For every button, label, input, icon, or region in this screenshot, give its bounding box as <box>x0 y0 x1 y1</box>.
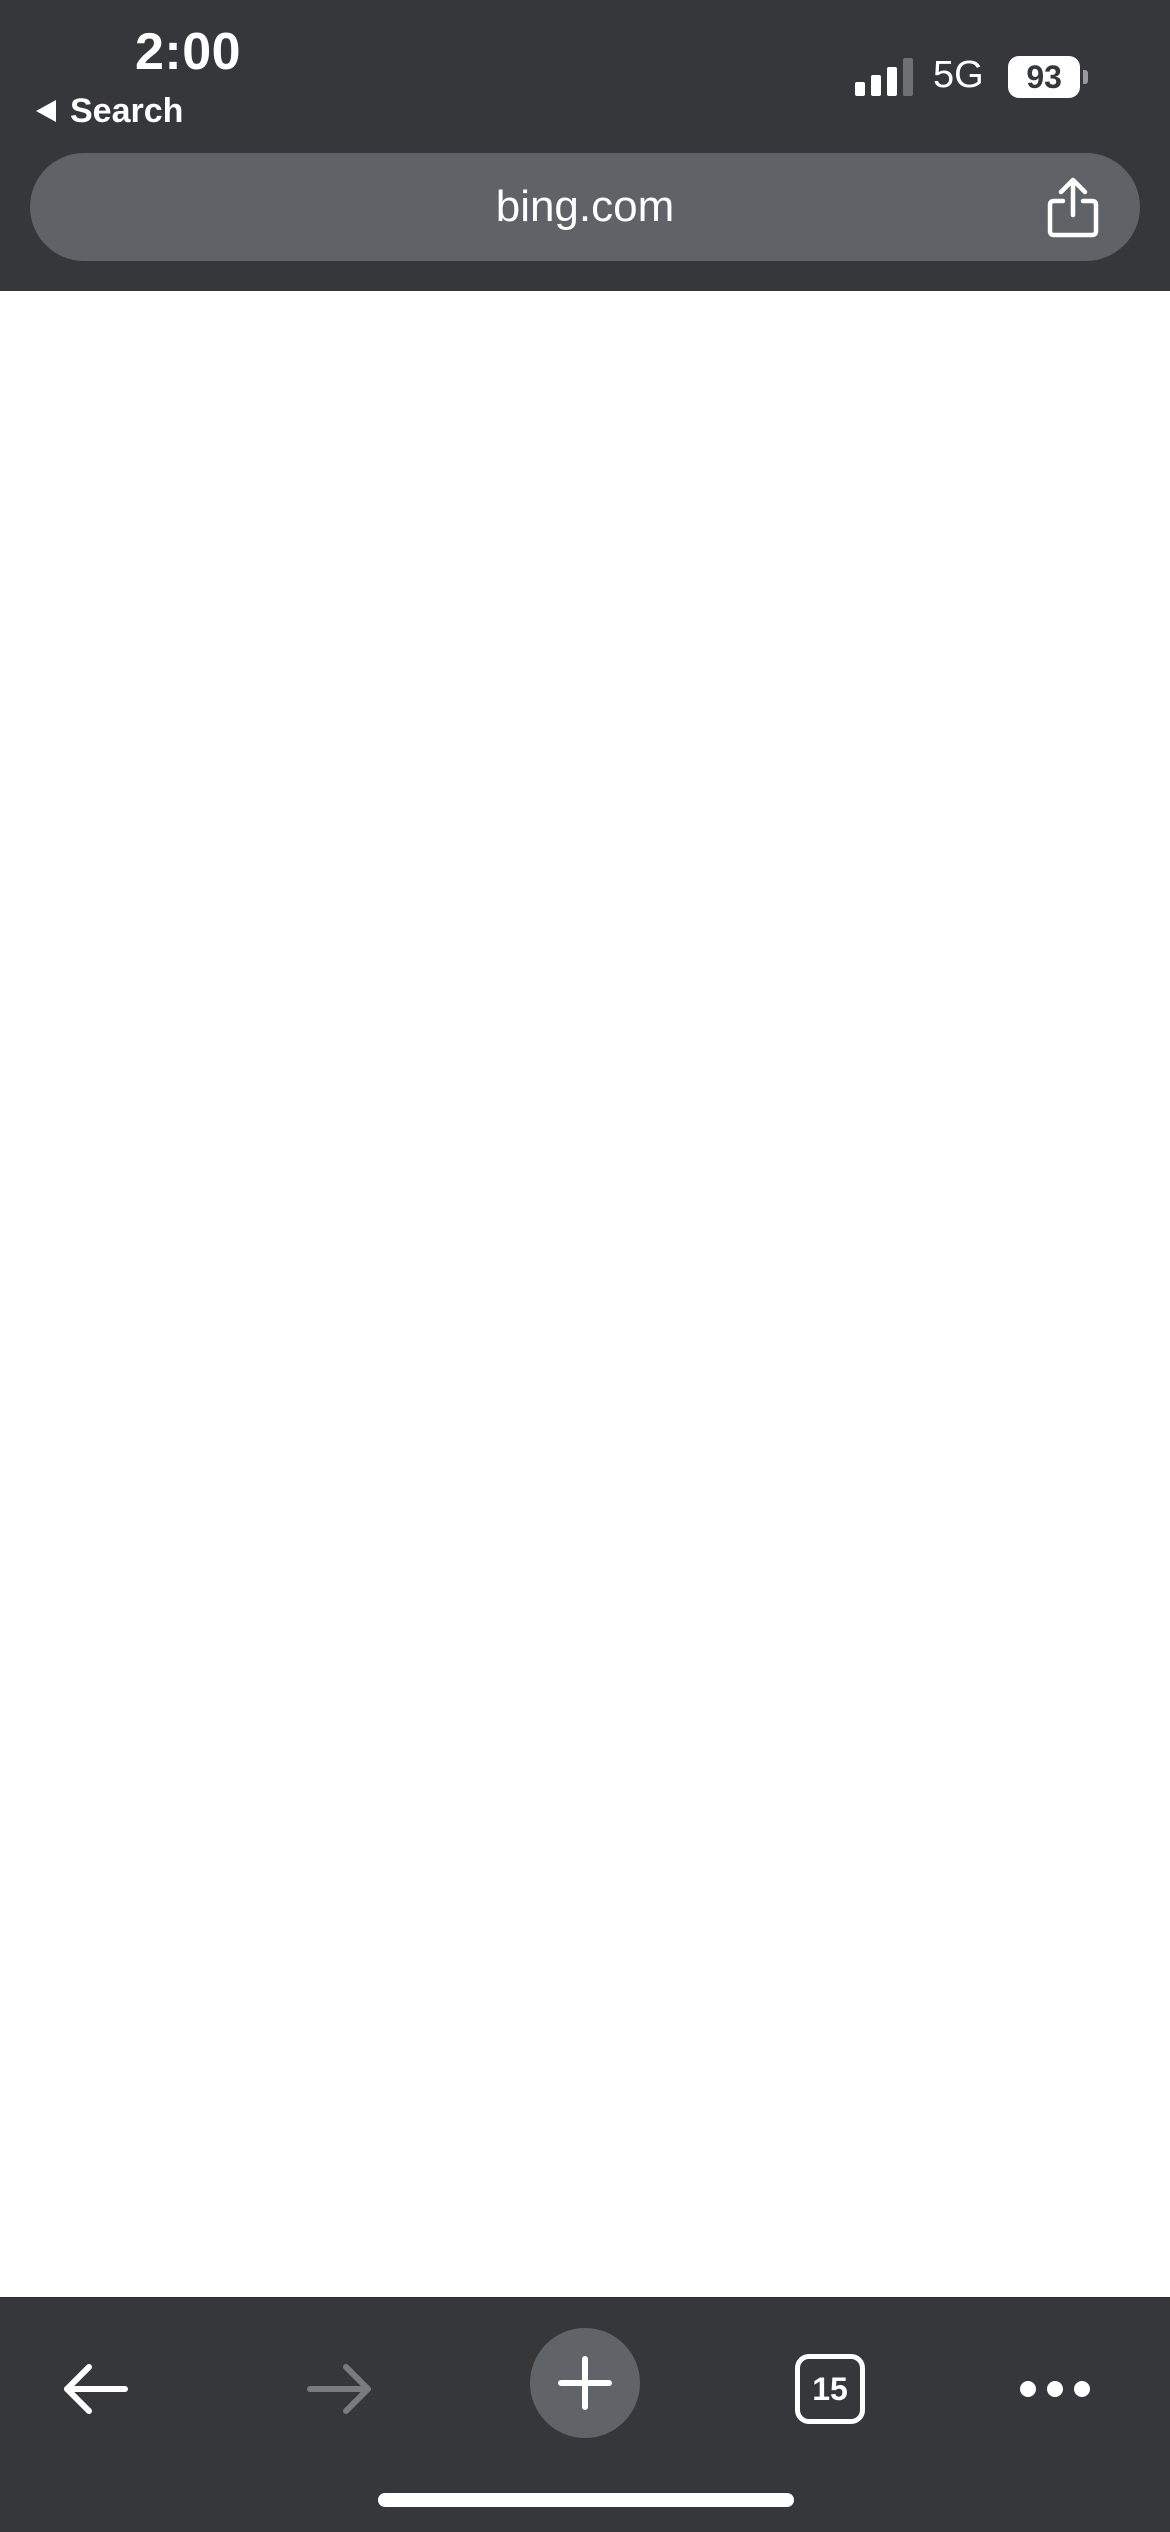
cellular-signal-icon <box>855 58 913 96</box>
more-menu-button[interactable] <box>1000 2334 1110 2444</box>
arrow-left-icon <box>64 2364 128 2414</box>
battery-cap <box>1083 70 1088 84</box>
address-bar-url[interactable]: bing.com <box>30 153 1140 261</box>
home-indicator[interactable] <box>378 2493 794 2507</box>
more-horizontal-icon <box>1020 2381 1090 2397</box>
arrow-right-icon <box>307 2364 371 2414</box>
forward-button[interactable] <box>285 2334 395 2444</box>
back-button[interactable] <box>40 2334 150 2444</box>
web-page-content[interactable] <box>0 291 1170 2297</box>
address-bar[interactable]: bing.com <box>30 153 1140 261</box>
tab-switcher-icon: 15 <box>795 2354 865 2424</box>
back-triangle-icon <box>36 100 56 122</box>
new-tab-button[interactable] <box>530 2328 640 2438</box>
tab-count: 15 <box>812 2370 848 2407</box>
battery-level: 93 <box>1026 58 1062 95</box>
back-to-search-app-button[interactable]: Search <box>36 88 183 134</box>
battery-icon: 93 <box>1008 56 1081 98</box>
status-time: 2:00 <box>135 23 242 81</box>
share-icon[interactable] <box>1044 177 1102 239</box>
bottom-toolbar: 15 <box>0 2297 1170 2532</box>
battery-indicator: 93 <box>1008 56 1088 98</box>
network-type: 5G <box>933 54 984 96</box>
plus-icon <box>558 2356 612 2410</box>
tab-switcher-button[interactable]: 15 <box>775 2334 885 2444</box>
back-to-app-label: Search <box>70 91 184 130</box>
top-browser-chrome: 2:00 Search 5G 93 bing.com <box>0 0 1170 291</box>
